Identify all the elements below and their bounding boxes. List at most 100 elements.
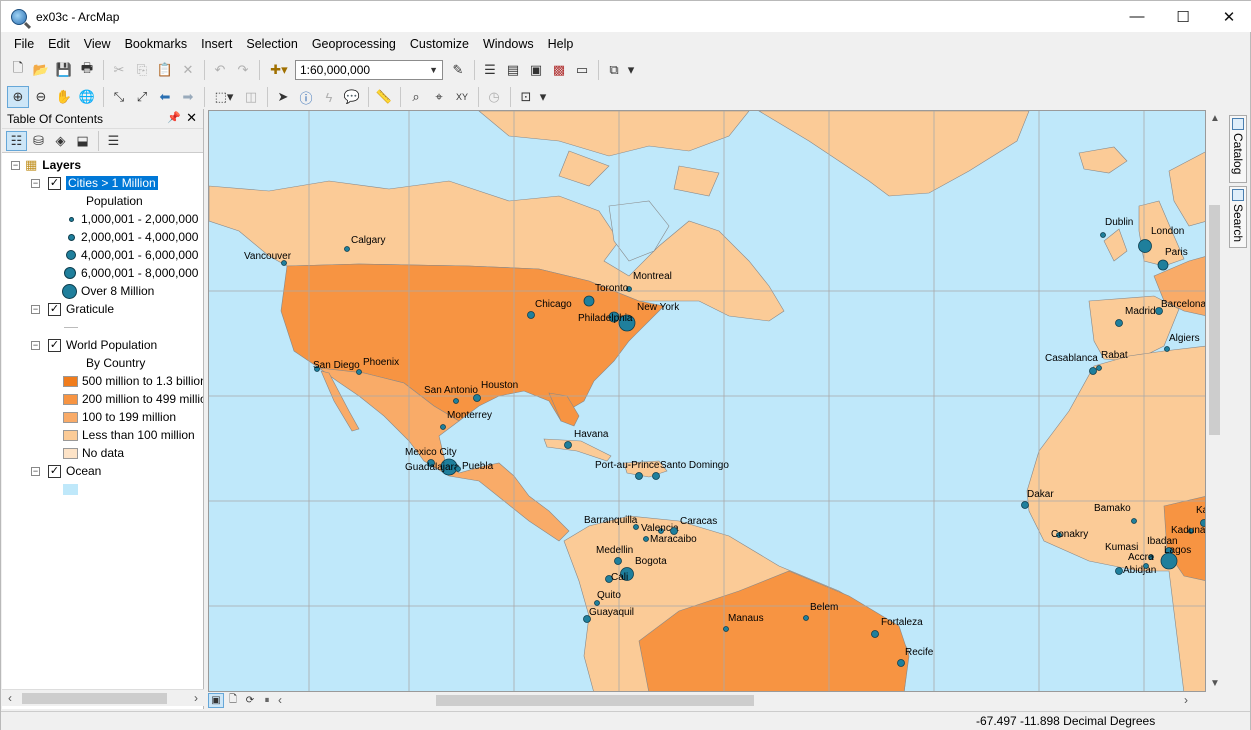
city-point-marker[interactable] xyxy=(871,630,879,638)
cut-icon[interactable]: ✂ xyxy=(108,59,130,81)
layer-name-ocean[interactable]: Ocean xyxy=(66,464,101,478)
layers-root-row[interactable]: − ▦ Layers xyxy=(11,156,81,174)
toolbar-options-icon[interactable]: ▾ xyxy=(538,86,548,108)
toc-horizontal-scrollbar[interactable]: ‹ › xyxy=(2,689,204,706)
close-icon[interactable]: ✕ xyxy=(186,110,197,126)
city-point-marker[interactable] xyxy=(440,424,446,430)
city-point-marker[interactable] xyxy=(1164,346,1170,352)
city-point-marker[interactable] xyxy=(1115,319,1123,327)
select-elements-arrow-icon[interactable]: ➤ xyxy=(272,86,294,108)
city-point-marker[interactable] xyxy=(1089,367,1097,375)
city-point-marker[interactable] xyxy=(1157,259,1169,271)
menu-bookmarks[interactable]: Bookmarks xyxy=(118,34,195,55)
layer-row-cities[interactable]: − ✓ Cities > 1 Million xyxy=(31,174,158,192)
pin-icon[interactable]: 📌 xyxy=(167,111,181,124)
find-binoculars-icon[interactable]: ⌕ xyxy=(405,86,427,108)
menu-geoprocessing[interactable]: Geoprocessing xyxy=(305,34,403,55)
city-point-marker[interactable] xyxy=(1131,518,1137,524)
go-to-xy-icon[interactable]: XY xyxy=(451,86,473,108)
layer-visibility-checkbox[interactable]: ✓ xyxy=(48,302,61,316)
city-point-marker[interactable] xyxy=(652,472,660,480)
map-view[interactable]: Vancouver Calgary Montreal Toronto Chicago Ne… xyxy=(208,110,1206,692)
collapse-icon[interactable]: − xyxy=(31,304,40,314)
menu-file[interactable]: File xyxy=(7,34,41,55)
map-horizontal-scrollbar[interactable]: ‹ › xyxy=(276,692,1196,709)
table-of-contents-icon[interactable]: ☰ xyxy=(479,59,501,81)
map-scale-combo[interactable]: 1:60,000,000 ▼ xyxy=(295,60,443,80)
scrollbar-thumb[interactable] xyxy=(436,695,754,706)
list-by-source-icon[interactable]: ⛁ xyxy=(28,131,49,151)
layer-name-cities[interactable]: Cities > 1 Million xyxy=(66,176,158,190)
city-point-marker[interactable] xyxy=(356,369,362,375)
map-vertical-scrollbar[interactable]: ▲ ▼ xyxy=(1206,110,1223,692)
collapse-icon[interactable]: − xyxy=(31,466,40,476)
city-point-marker[interactable] xyxy=(614,557,622,565)
fixed-zoom-out-icon[interactable]: ⤢ xyxy=(131,86,153,108)
layer-visibility-checkbox[interactable]: ✓ xyxy=(48,338,61,352)
menu-edit[interactable]: Edit xyxy=(41,34,77,55)
back-arrow-icon[interactable]: ⬅ xyxy=(154,86,176,108)
city-point-marker[interactable] xyxy=(527,311,535,319)
city-point-marker[interactable] xyxy=(723,626,729,632)
toolbar-options-icon[interactable]: ▾ xyxy=(626,59,636,81)
city-point-marker[interactable] xyxy=(635,472,643,480)
new-document-icon[interactable]: 🗋 xyxy=(7,59,29,81)
zoom-in-icon[interactable]: ⊕ xyxy=(7,86,29,108)
save-icon[interactable]: 💾 xyxy=(53,59,75,81)
modelbuilder-icon[interactable]: ⧉ xyxy=(603,59,625,81)
city-point-marker[interactable] xyxy=(643,536,649,542)
search-tab[interactable]: Search xyxy=(1229,186,1247,248)
time-slider-icon[interactable]: ◷ xyxy=(483,86,505,108)
pause-drawing-icon[interactable]: ⏸ xyxy=(259,693,275,708)
select-features-icon[interactable]: ⬚▾ xyxy=(209,86,239,108)
city-point-marker[interactable] xyxy=(473,394,481,402)
maximize-button[interactable]: ☐ xyxy=(1160,1,1206,32)
refresh-icon[interactable]: ⟳ xyxy=(242,693,258,708)
hyperlink-icon[interactable]: ϟ xyxy=(318,86,340,108)
city-point-marker[interactable] xyxy=(455,466,461,472)
editor-toolbar-icon[interactable]: ✎ xyxy=(447,59,469,81)
city-point-marker[interactable] xyxy=(453,398,459,404)
scroll-up-icon[interactable]: ▲ xyxy=(1210,113,1220,124)
city-point-marker[interactable] xyxy=(1021,501,1029,509)
data-view-icon[interactable]: ▣ xyxy=(208,693,224,708)
clear-selection-icon[interactable]: ◫ xyxy=(240,86,262,108)
menu-windows[interactable]: Windows xyxy=(476,34,541,55)
layer-row-world-population[interactable]: − ✓ World Population xyxy=(31,336,157,354)
add-data-icon[interactable]: ✚▾ xyxy=(264,59,294,81)
find-route-icon[interactable]: ⌖ xyxy=(428,86,450,108)
scroll-left-icon[interactable]: ‹ xyxy=(278,692,282,709)
collapse-icon[interactable]: − xyxy=(31,178,40,188)
fixed-zoom-in-icon[interactable]: ⤡ xyxy=(108,86,130,108)
collapse-icon[interactable]: − xyxy=(31,340,40,350)
undo-icon[interactable]: ↶ xyxy=(209,59,231,81)
menu-insert[interactable]: Insert xyxy=(194,34,239,55)
measure-icon[interactable]: 📏 xyxy=(373,86,395,108)
scrollbar-thumb[interactable] xyxy=(1209,205,1220,435)
paste-icon[interactable]: 📋 xyxy=(154,59,176,81)
arctoolbox-icon[interactable]: ▩ xyxy=(548,59,570,81)
scroll-left-icon[interactable]: ‹ xyxy=(8,690,12,707)
layer-row-graticule[interactable]: − ✓ Graticule xyxy=(31,300,114,318)
redo-icon[interactable]: ↷ xyxy=(232,59,254,81)
print-icon[interactable]: 🖶 xyxy=(76,59,98,81)
city-point-marker[interactable] xyxy=(1143,563,1149,569)
scrollbar-thumb[interactable] xyxy=(22,693,167,704)
menu-view[interactable]: View xyxy=(77,34,118,55)
full-extent-globe-icon[interactable]: 🌐 xyxy=(76,86,98,108)
menu-customize[interactable]: Customize xyxy=(403,34,476,55)
toc-options-icon[interactable]: ☰ xyxy=(103,131,124,151)
close-button[interactable]: ✕ xyxy=(1206,1,1251,32)
city-point-marker[interactable] xyxy=(1115,567,1123,575)
map-canvas[interactable]: Vancouver Calgary Montreal Toronto Chicago Ne… xyxy=(209,111,1206,692)
collapse-icon[interactable]: − xyxy=(11,160,20,170)
scroll-down-icon[interactable]: ▼ xyxy=(1210,678,1220,689)
open-folder-icon[interactable]: 📂 xyxy=(30,59,52,81)
layout-view-icon[interactable]: 🗋 xyxy=(225,693,241,708)
layer-name-graticule[interactable]: Graticule xyxy=(66,302,114,316)
layer-name-world-population[interactable]: World Population xyxy=(66,338,157,352)
list-by-drawing-order-icon[interactable]: ☷ xyxy=(6,130,27,151)
city-point-marker[interactable] xyxy=(897,659,905,667)
create-viewer-window-icon[interactable]: ⊡ xyxy=(515,86,537,108)
zoom-out-icon[interactable]: ⊖ xyxy=(30,86,52,108)
